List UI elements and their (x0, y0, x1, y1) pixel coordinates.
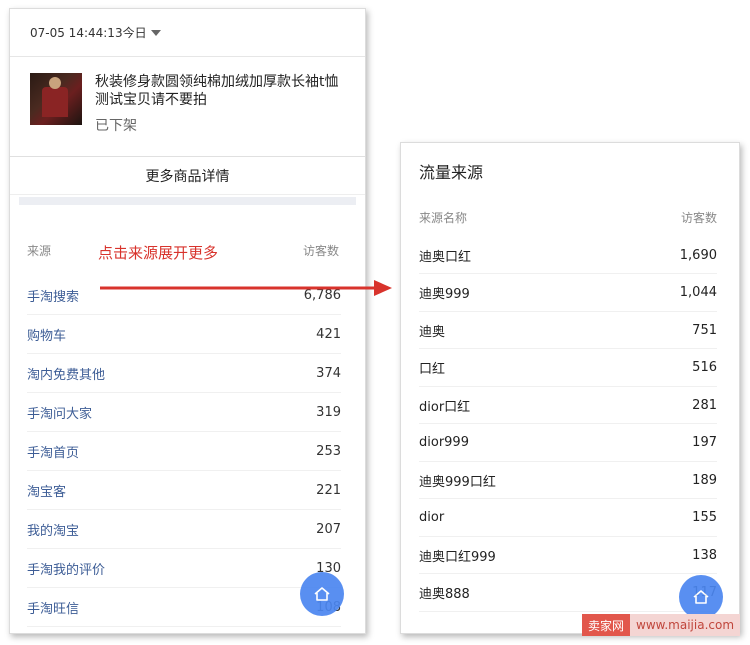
source-row[interactable]: 迪奥 751 (419, 312, 717, 349)
source-row[interactable]: dior 155 (419, 500, 717, 537)
source-row[interactable]: 我的淘宝 207 (27, 510, 341, 549)
source-name[interactable]: 我的淘宝 (27, 520, 79, 539)
source-visitors: 374 (316, 365, 341, 381)
home-button[interactable] (679, 575, 723, 619)
product-status: 已下架 (95, 118, 137, 134)
traffic-source-panel: 流量来源 来源名称 访客数 迪奥口红 1,690 迪奥999 1,044 迪奥 751 口红… (400, 142, 740, 634)
source-visitors: 197 (692, 435, 717, 450)
source-visitors: 221 (316, 482, 341, 498)
panel-title: 流量来源 (419, 163, 484, 182)
source-column-header: 来源 (27, 244, 52, 258)
date-selector[interactable]: 07-05 14:44:13今日 (10, 9, 365, 57)
watermark-brand: 卖家网 (582, 614, 631, 636)
source-table-header: 来源名称 访客数 (419, 209, 717, 226)
source-row[interactable]: 手淘旺信108 (27, 588, 341, 627)
hint-annotation: 点击来源展开更多 (98, 244, 219, 262)
source-name[interactable]: 手淘旺信 (27, 598, 79, 617)
source-row[interactable]: 迪奥口红 1,690 (419, 237, 717, 274)
source-visitors: 1,044 (679, 285, 717, 300)
source-row[interactable]: 购物车 421 (27, 315, 341, 354)
source-name[interactable]: 购物车 (27, 325, 66, 344)
source-name[interactable]: 淘内免费其他 (27, 364, 105, 383)
product-thumbnail (30, 73, 82, 125)
source-name[interactable]: 淘宝客 (27, 481, 66, 500)
source-name: 迪奥口红999 (419, 549, 496, 565)
source-name[interactable]: 手淘搜索 (27, 286, 79, 305)
caret-down-icon (150, 29, 161, 36)
source-row[interactable]: 迪奥口红999 138 (419, 537, 717, 574)
source-row[interactable]: 口红 516 (419, 350, 717, 387)
source-row[interactable]: 迪奥888117 (419, 575, 717, 612)
source-row[interactable]: 手淘问大家 319 (27, 393, 341, 432)
visitors-column-header: 访客数 (680, 211, 717, 225)
source-row[interactable]: 淘内免费其他 374 (27, 354, 341, 393)
site-watermark: 卖家网 www.maijia.com (582, 614, 741, 636)
watermark-url: www.maijia.com (630, 614, 741, 636)
product-title: 秋装修身款圆领纯棉加绒加厚款长袖t恤 测试宝贝请不要拍 (95, 74, 339, 108)
home-icon (693, 590, 709, 604)
more-details-button[interactable]: 更多商品详情 (10, 157, 365, 195)
source-row[interactable]: 手淘首页 253 (27, 432, 341, 471)
source-visitors: 207 (316, 521, 341, 537)
source-visitors: 421 (316, 326, 341, 342)
source-row[interactable]: 迪奥999口红 189 (419, 462, 717, 499)
divider (19, 197, 356, 205)
source-row[interactable]: 手淘我的评价 130 (27, 549, 341, 588)
product-card[interactable]: 秋装修身款圆领纯棉加绒加厚款长袖t恤 测试宝贝请不要拍 已下架 (10, 57, 365, 157)
source-visitors: 1,690 (679, 247, 717, 263)
source-name-column-header: 来源名称 (419, 211, 468, 225)
date-label: 07-05 14:44:13今日 (30, 26, 147, 40)
source-name: dior999 (419, 435, 469, 450)
source-name[interactable]: 手淘问大家 (27, 403, 92, 422)
source-name: dior口红 (419, 399, 471, 415)
source-name: 迪奥888 (419, 587, 470, 602)
source-visitors: 516 (692, 360, 717, 375)
source-visitors: 155 (692, 510, 717, 525)
source-row[interactable]: 迪奥999 1,044 (419, 275, 717, 312)
arrow-right-icon (100, 280, 392, 296)
source-visitors: 281 (692, 397, 717, 413)
home-button[interactable] (300, 572, 344, 616)
source-visitors: 189 (692, 472, 717, 488)
source-name[interactable]: 手淘首页 (27, 442, 79, 461)
visitors-column-header: 访客数 (302, 244, 339, 258)
source-name: 迪奥999 (419, 287, 470, 302)
source-row[interactable]: dior口红 281 (419, 387, 717, 424)
source-row[interactable]: dior999 197 (419, 425, 717, 462)
source-name[interactable]: 手淘我的评价 (27, 559, 105, 578)
source-name: 口红 (419, 362, 446, 377)
source-row[interactable]: 淘宝客 221 (27, 471, 341, 510)
source-name: 迪奥999口红 (419, 474, 496, 490)
source-name: 迪奥 (419, 324, 446, 340)
source-name: dior (419, 510, 445, 525)
source-visitors: 751 (692, 322, 717, 338)
source-visitors: 138 (692, 547, 717, 563)
source-visitors: 319 (316, 404, 341, 420)
home-icon (314, 587, 330, 601)
product-traffic-panel: 07-05 14:44:13今日 秋装修身款圆领纯棉加绒加厚款长袖t恤 测试宝贝… (9, 8, 366, 634)
source-name: 迪奥口红 (419, 249, 472, 265)
source-visitors: 253 (316, 443, 341, 459)
